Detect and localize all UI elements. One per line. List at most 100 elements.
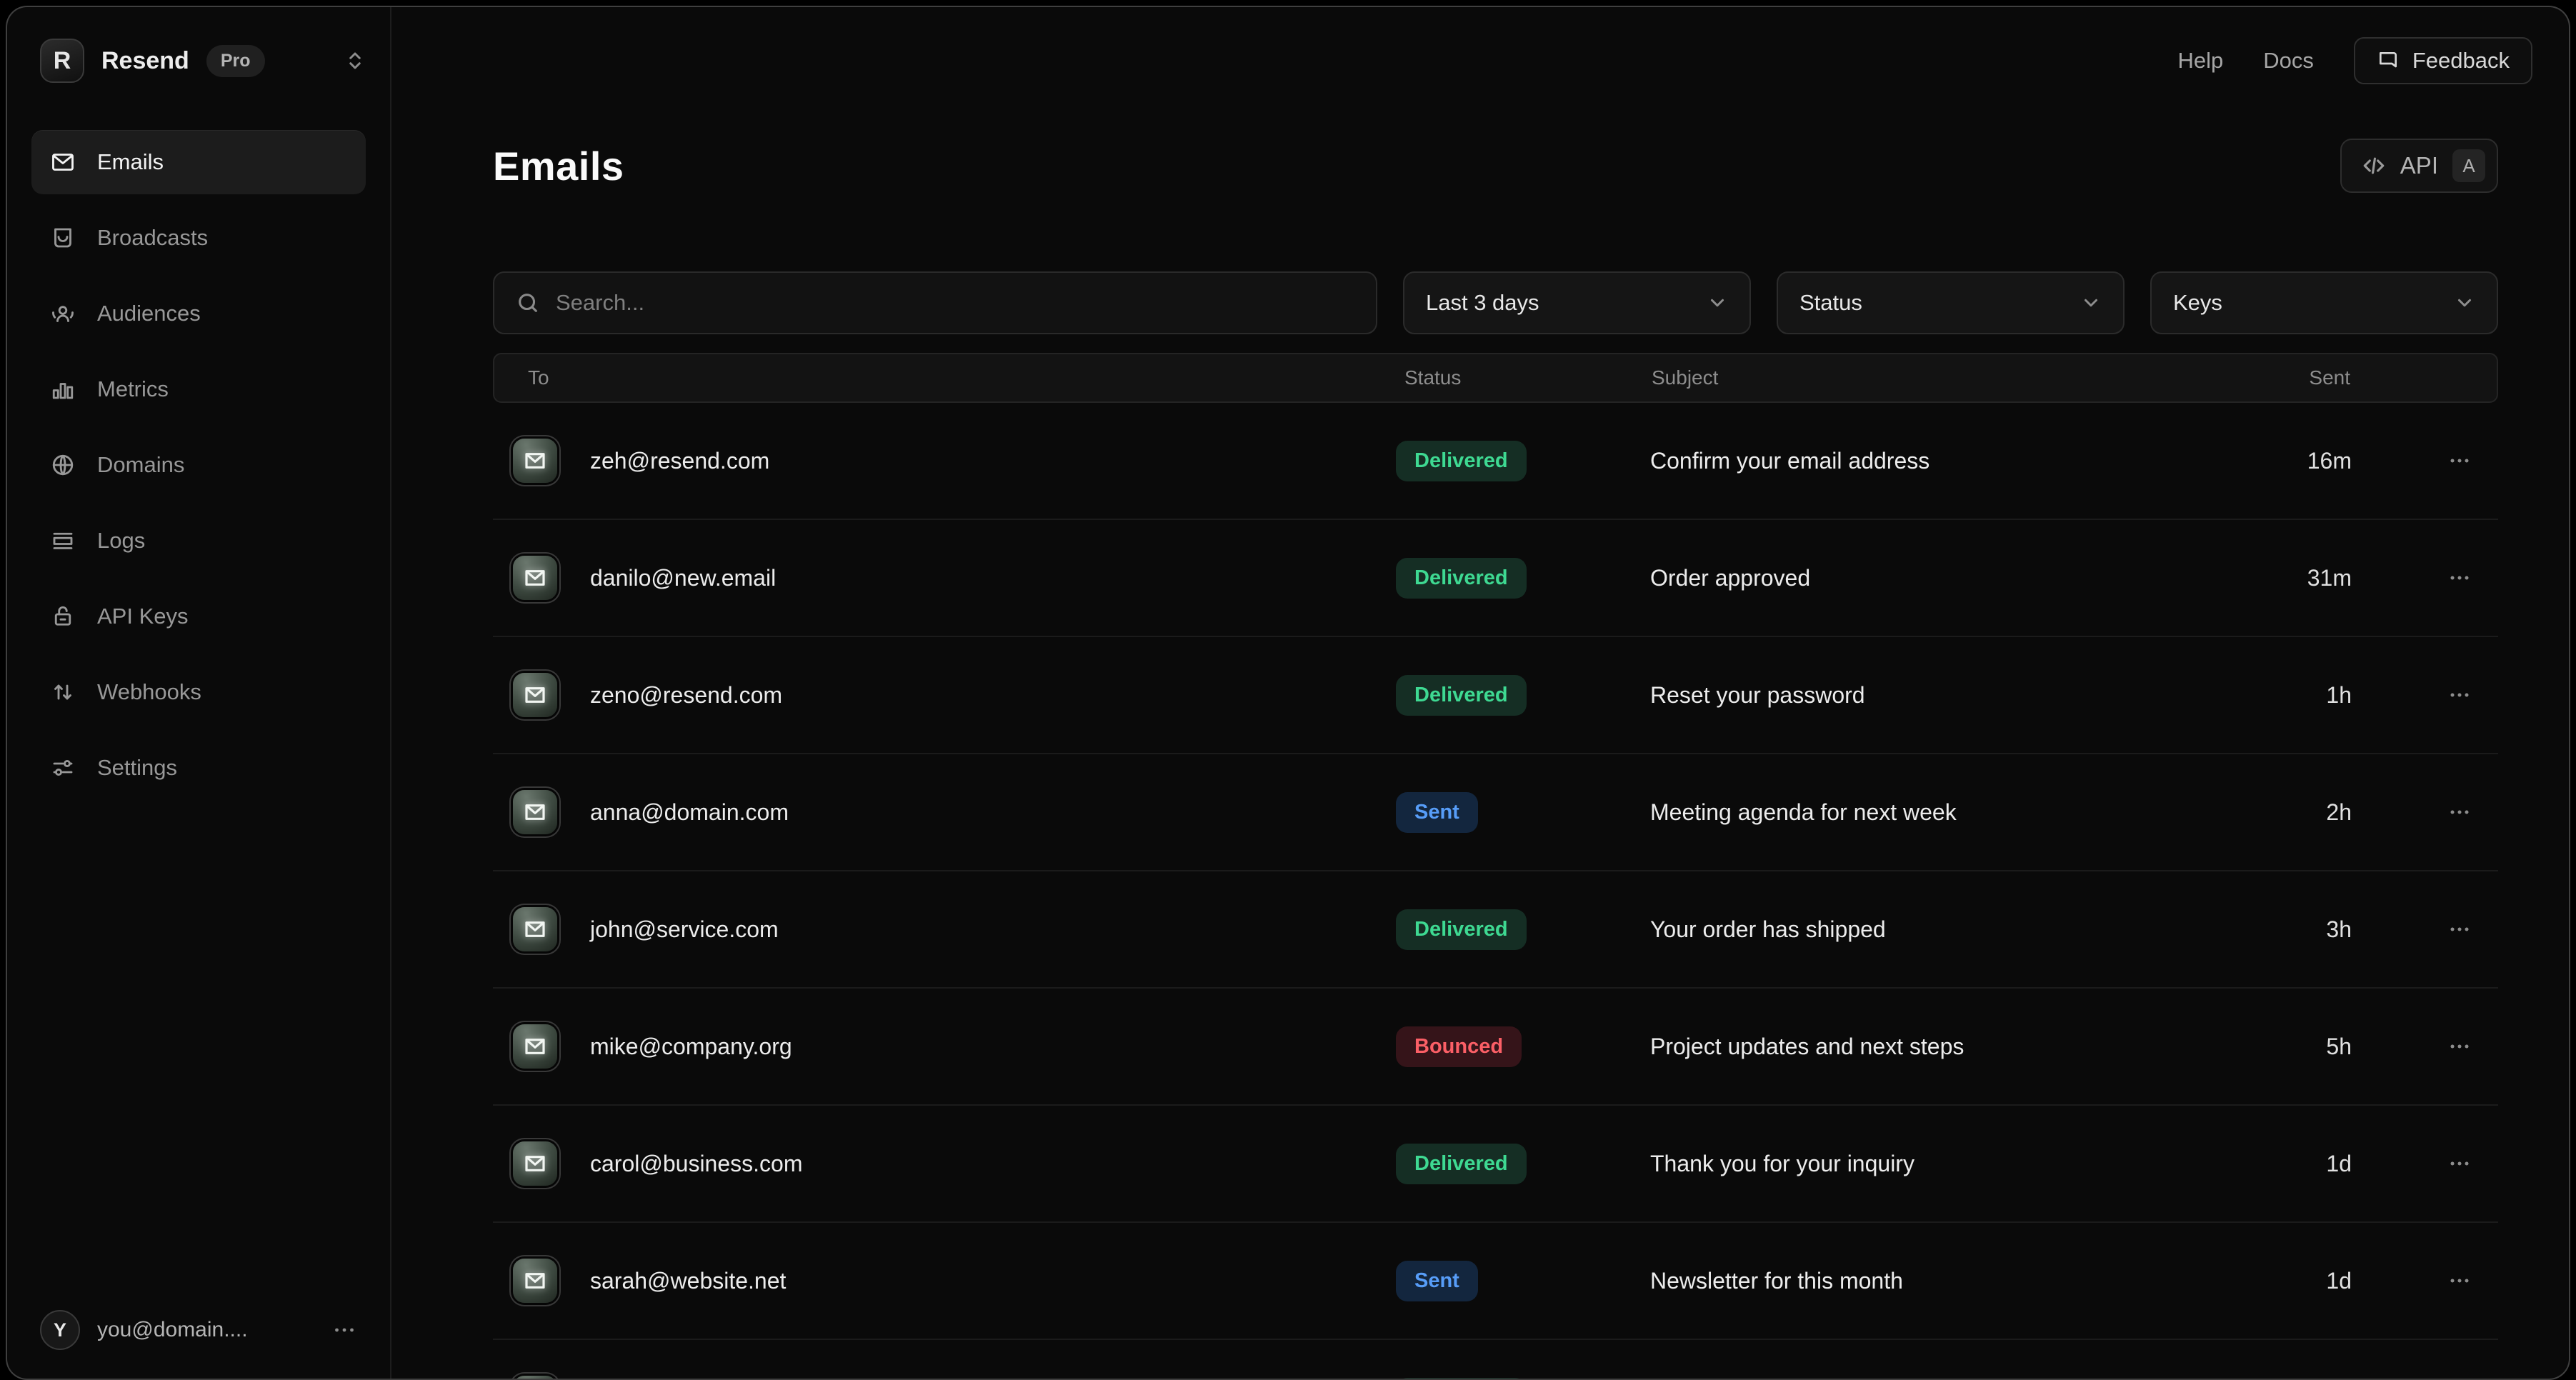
- sidebar-item-emails[interactable]: Emails: [31, 130, 366, 194]
- sidebar-item-metrics[interactable]: Metrics: [31, 357, 366, 421]
- api-button-label: API: [2400, 152, 2438, 179]
- sidebar-nav: Emails Broadcasts Audiences Metrics Doma…: [31, 130, 366, 800]
- status-filter[interactable]: Status: [1777, 271, 2125, 334]
- email-avatar: [513, 1141, 557, 1186]
- status-badge: Delivered: [1396, 1378, 1527, 1380]
- sidebar: R Resend Pro Emails Broadcasts Audiences…: [7, 7, 391, 1379]
- sent-time: 31m: [2223, 565, 2352, 591]
- logo-letter: R: [54, 47, 71, 75]
- email-subject: Meeting agenda for next week: [1650, 799, 2223, 826]
- envelope-icon: [524, 801, 546, 824]
- sidebar-item-label: Webhooks: [97, 679, 201, 705]
- feedback-label: Feedback: [2412, 48, 2510, 74]
- content: Emails API A Last 3 days Status: [391, 7, 2570, 1380]
- status-badge: Delivered: [1396, 441, 1527, 481]
- envelope-icon: [524, 918, 546, 941]
- logs-icon: [50, 528, 76, 554]
- recipient-email: mike@company.org: [590, 1034, 792, 1060]
- status-badge: Delivered: [1396, 558, 1527, 599]
- chevron-updown-icon[interactable]: [344, 50, 366, 71]
- email-avatar: [513, 673, 557, 717]
- chevron-down-icon: [2454, 292, 2475, 314]
- sidebar-item-broadcasts[interactable]: Broadcasts: [31, 206, 366, 270]
- search-input[interactable]: [556, 290, 1354, 316]
- broadcast-icon: [50, 225, 76, 251]
- email-avatar: [513, 1376, 557, 1380]
- sidebar-item-label: Broadcasts: [97, 225, 208, 251]
- recipient-email: john@service.com: [590, 916, 779, 943]
- envelope-icon: [524, 449, 546, 472]
- status-badge: Bounced: [1396, 1026, 1522, 1067]
- row-ellipsis-icon[interactable]: [2445, 1266, 2474, 1295]
- search-box: [493, 271, 1377, 334]
- keys-filter[interactable]: Keys: [2150, 271, 2498, 334]
- sidebar-item-label: Domains: [97, 452, 184, 478]
- table-row[interactable]: Delivered: [493, 1340, 2498, 1380]
- globe-icon: [50, 452, 76, 478]
- feedback-button[interactable]: Feedback: [2354, 37, 2532, 84]
- row-ellipsis-icon[interactable]: [2445, 446, 2474, 475]
- envelope-icon: [50, 149, 76, 175]
- sent-time: 2h: [2223, 799, 2352, 826]
- date-range-value: Last 3 days: [1426, 290, 1539, 316]
- status-badge: Sent: [1396, 792, 1478, 833]
- status-filter-value: Status: [1799, 290, 1862, 316]
- page-title: Emails: [493, 143, 624, 189]
- workspace-switcher[interactable]: R Resend Pro: [31, 39, 366, 83]
- table-row[interactable]: sarah@website.net Sent Newsletter for th…: [493, 1223, 2498, 1340]
- sidebar-item-label: Metrics: [97, 376, 169, 402]
- column-header-status: Status: [1397, 366, 1652, 389]
- feedback-bubble-icon: [2377, 49, 2400, 72]
- envelope-icon: [524, 684, 546, 706]
- status-badge: Delivered: [1396, 675, 1527, 716]
- recipient-email: sarah@website.net: [590, 1268, 786, 1294]
- sidebar-item-label: Logs: [97, 528, 145, 554]
- chevron-down-icon: [2080, 292, 2102, 314]
- row-ellipsis-icon[interactable]: [2445, 798, 2474, 826]
- search-icon: [516, 291, 540, 315]
- row-ellipsis-icon[interactable]: [2445, 564, 2474, 592]
- date-range-filter[interactable]: Last 3 days: [1403, 271, 1751, 334]
- api-shortcut-badge: A: [2452, 149, 2485, 182]
- api-button[interactable]: API A: [2340, 139, 2498, 193]
- sidebar-item-logs[interactable]: Logs: [31, 509, 366, 573]
- table-row[interactable]: zeno@resend.com Delivered Reset your pas…: [493, 637, 2498, 754]
- row-ellipsis-icon[interactable]: [2445, 915, 2474, 944]
- webhooks-icon: [50, 679, 76, 705]
- table-row[interactable]: mike@company.org Bounced Project updates…: [493, 989, 2498, 1106]
- email-subject: Project updates and next steps: [1650, 1034, 2223, 1060]
- sidebar-item-audiences[interactable]: Audiences: [31, 281, 366, 346]
- email-avatar: [513, 907, 557, 951]
- status-badge: Delivered: [1396, 1144, 1527, 1184]
- ellipsis-icon[interactable]: [331, 1317, 357, 1343]
- envelope-icon: [524, 1035, 546, 1058]
- sidebar-item-label: Emails: [97, 149, 164, 175]
- code-icon: [2362, 154, 2386, 178]
- user-account-row[interactable]: Y you@domain....: [31, 1310, 366, 1350]
- row-ellipsis-icon[interactable]: [2445, 1149, 2474, 1178]
- sidebar-item-webhooks[interactable]: Webhooks: [31, 660, 366, 724]
- table-row[interactable]: john@service.com Delivered Your order ha…: [493, 871, 2498, 989]
- row-ellipsis-icon[interactable]: [2445, 1032, 2474, 1061]
- email-subject: Confirm your email address: [1650, 448, 2223, 474]
- row-ellipsis-icon[interactable]: [2445, 681, 2474, 709]
- email-table-body: zeh@resend.com Delivered Confirm your em…: [493, 403, 2498, 1380]
- recipient-email: carol@business.com: [590, 1151, 802, 1177]
- table-row[interactable]: anna@domain.com Sent Meeting agenda for …: [493, 754, 2498, 871]
- sidebar-item-label: Settings: [97, 755, 177, 781]
- sidebar-item-settings[interactable]: Settings: [31, 736, 366, 800]
- table-row[interactable]: carol@business.com Delivered Thank you f…: [493, 1106, 2498, 1223]
- table-row[interactable]: danilo@new.email Delivered Order approve…: [493, 520, 2498, 637]
- table-row[interactable]: zeh@resend.com Delivered Confirm your em…: [493, 403, 2498, 520]
- email-avatar: [513, 1259, 557, 1303]
- sidebar-item-domains[interactable]: Domains: [31, 433, 366, 497]
- sent-time: 1d: [2223, 1151, 2352, 1177]
- main-area: Help Docs Feedback Emails API A: [391, 7, 2570, 1379]
- help-link[interactable]: Help: [2177, 48, 2223, 74]
- docs-link[interactable]: Docs: [2263, 48, 2314, 74]
- email-avatar: [513, 790, 557, 834]
- sidebar-item-api-keys[interactable]: API Keys: [31, 584, 366, 649]
- resend-logo-icon: R: [40, 39, 84, 83]
- recipient-email: zeh@resend.com: [590, 448, 769, 474]
- email-avatar: [513, 556, 557, 600]
